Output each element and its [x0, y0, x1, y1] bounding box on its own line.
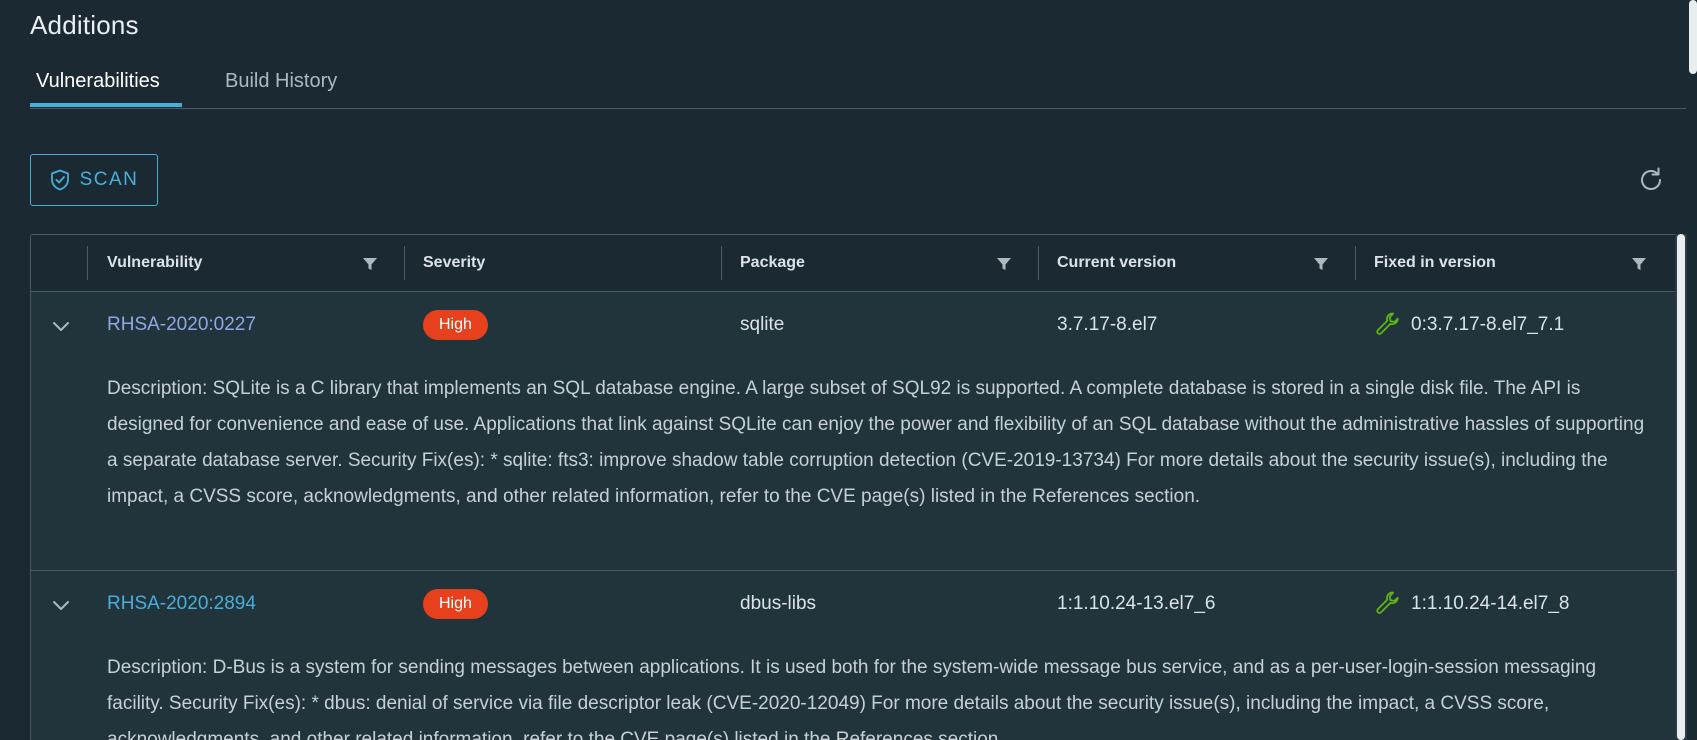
grid-scrollbar[interactable]	[1675, 234, 1687, 740]
filter-icon[interactable]	[996, 256, 1012, 272]
vulnerability-description: Description: SQLite is a C library that …	[107, 378, 1645, 507]
column-separator	[87, 246, 88, 280]
tab-bar: Vulnerabilities Build History	[30, 60, 1686, 109]
column-header-current-version[interactable]: Current version	[1057, 235, 1176, 291]
chevron-down-icon[interactable]	[49, 314, 73, 338]
wrench-icon	[1376, 312, 1399, 335]
wrench-icon	[1376, 591, 1399, 614]
grid-header: Vulnerability Severity Package Current v…	[31, 235, 1676, 292]
filter-icon[interactable]	[1313, 256, 1329, 272]
column-header-fixed-version[interactable]: Fixed in version	[1374, 235, 1496, 291]
column-separator[interactable]	[1038, 246, 1039, 280]
table-row: RHSA-2020:2894 High dbus-libs 1:1.10.24-…	[31, 571, 1676, 740]
section-title: Additions	[30, 10, 139, 40]
column-separator[interactable]	[721, 246, 722, 280]
fixed-version: 1:1.10.24-14.el7_8	[1411, 593, 1570, 614]
vulnerability-description: Description: D-Bus is a system for sendi…	[107, 657, 1597, 740]
package-name: dbus-libs	[740, 593, 817, 614]
column-separator[interactable]	[404, 246, 405, 280]
refresh-icon[interactable]	[1637, 166, 1665, 194]
page-scrollbar-thumb[interactable]	[1689, 0, 1697, 74]
filter-icon[interactable]	[362, 256, 378, 272]
grid-scrollbar-thumb[interactable]	[1677, 234, 1685, 740]
severity-badge: High	[423, 310, 488, 340]
column-header-package[interactable]: Package	[740, 235, 805, 291]
vulnerability-link[interactable]: RHSA-2020:2894	[107, 593, 256, 615]
chevron-down-icon[interactable]	[49, 593, 73, 617]
severity-badge: High	[423, 589, 488, 619]
column-header-severity[interactable]: Severity	[423, 235, 485, 291]
vulnerability-grid: Vulnerability Severity Package Current v…	[30, 234, 1677, 740]
scan-button[interactable]: SCAN	[30, 154, 158, 206]
fixed-version: 0:3.7.17-8.el7_7.1	[1411, 314, 1565, 335]
current-version: 3.7.17-8.el7	[1057, 314, 1158, 335]
package-name: sqlite	[740, 314, 785, 335]
tab-build-history[interactable]: Build History	[225, 70, 337, 93]
current-version: 1:1.10.24-13.el7_6	[1057, 593, 1216, 614]
additions-panel: Additions Vulnerabilities Build History …	[0, 0, 1697, 740]
tab-vulnerabilities[interactable]: Vulnerabilities	[36, 70, 160, 93]
active-tab-indicator	[30, 103, 182, 107]
vulnerability-link[interactable]: RHSA-2020:0227	[107, 314, 256, 336]
column-separator[interactable]	[1355, 246, 1356, 280]
scan-button-label: SCAN	[79, 169, 139, 190]
column-header-vulnerability[interactable]: Vulnerability	[107, 235, 202, 291]
filter-icon[interactable]	[1631, 256, 1647, 272]
shield-check-icon	[50, 169, 70, 191]
table-row: RHSA-2020:0227 High sqlite 3.7.17-8.el7 …	[31, 292, 1676, 571]
